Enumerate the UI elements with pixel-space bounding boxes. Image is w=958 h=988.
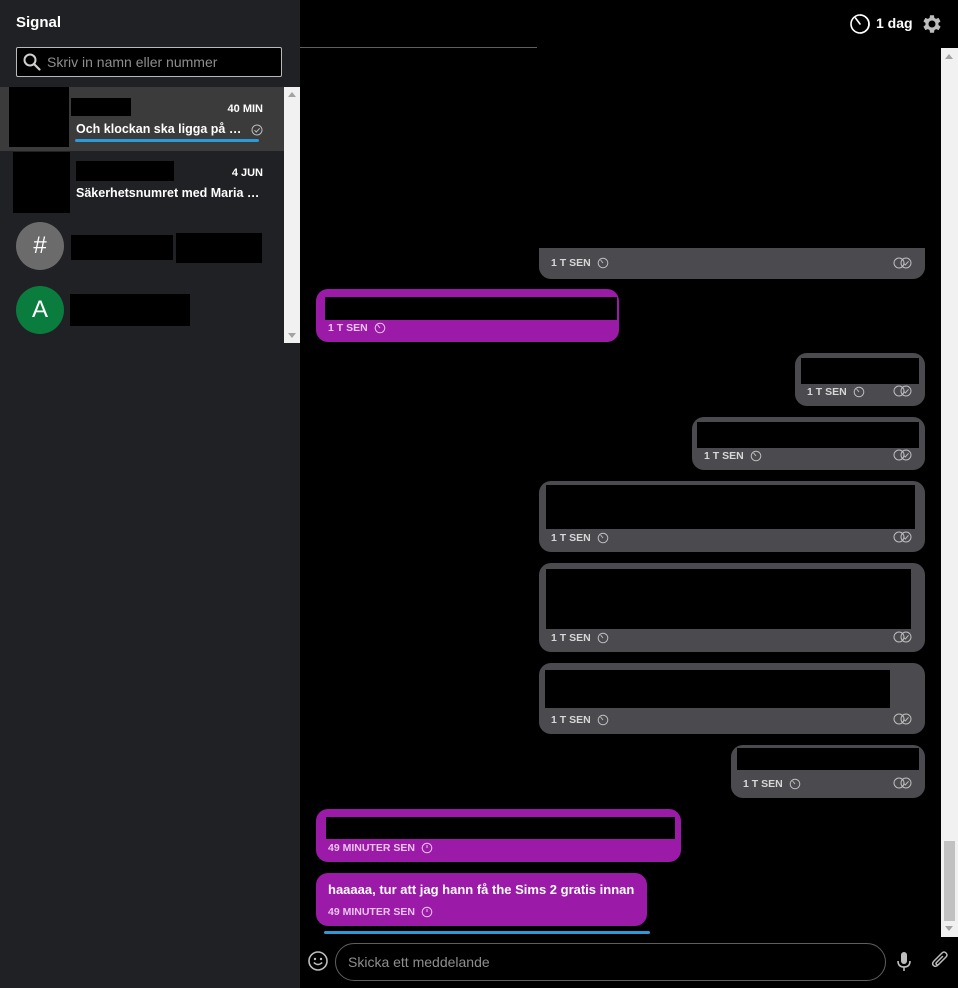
message-meta: 1 T SEN xyxy=(551,532,609,544)
microphone-icon[interactable] xyxy=(895,950,913,972)
timer-icon xyxy=(421,906,433,918)
contact-name-redacted xyxy=(176,233,262,263)
timer-icon xyxy=(750,450,761,462)
conversation-item[interactable]: A xyxy=(0,279,284,343)
message-time: 1 T SEN xyxy=(807,386,847,398)
signal-app: Signal 40 MIN Och klockan ska ligga på v… xyxy=(0,0,958,988)
app-title: Signal xyxy=(16,14,62,31)
message-bubble-outgoing[interactable]: 1 T SEN xyxy=(539,248,925,279)
message-meta: 1 T SEN xyxy=(807,386,865,398)
timer-icon xyxy=(374,322,385,334)
search-box[interactable] xyxy=(16,47,282,77)
message-meta: 49 MINUTER SEN xyxy=(328,906,433,918)
timer-icon[interactable] xyxy=(849,13,871,35)
spellcheck-underline xyxy=(324,931,650,934)
gear-icon[interactable] xyxy=(920,12,944,36)
message-text-redacted xyxy=(801,358,919,384)
message-time: 1 T SEN xyxy=(328,322,368,334)
timer-icon xyxy=(421,842,433,854)
sent-check-icon xyxy=(251,124,263,136)
scroll-down-arrow[interactable] xyxy=(945,926,953,931)
conversation-list-scrollbar[interactable] xyxy=(284,87,300,343)
disappearing-timer-label[interactable]: 1 dag xyxy=(876,15,913,31)
read-receipt-icon xyxy=(893,531,912,543)
message-meta: 49 MINUTER SEN xyxy=(328,842,433,854)
message-meta: 1 T SEN xyxy=(551,632,609,644)
message-meta: 1 T SEN xyxy=(328,322,386,334)
message-time: 1 T SEN xyxy=(551,257,591,269)
message-text-redacted xyxy=(545,670,890,708)
avatar xyxy=(9,87,69,147)
header-divider xyxy=(300,47,537,48)
message-bubble-incoming[interactable]: 1 T SEN xyxy=(316,289,619,342)
message-time: 1 T SEN xyxy=(551,714,591,726)
avatar xyxy=(13,152,70,213)
paperclip-icon[interactable] xyxy=(930,950,950,972)
message-bubble-outgoing[interactable]: 1 T SEN xyxy=(539,663,925,734)
message-bubble-outgoing[interactable]: 1 T SEN xyxy=(731,745,925,798)
scroll-up-arrow[interactable] xyxy=(288,92,296,97)
timer-icon xyxy=(597,632,608,644)
message-time: 1 T SEN xyxy=(551,532,591,544)
contact-name-redacted xyxy=(76,161,174,181)
timer-icon xyxy=(853,386,864,398)
message-text-redacted xyxy=(737,748,919,770)
timer-icon xyxy=(789,778,800,790)
conversation-date: 4 JUN xyxy=(231,167,263,179)
message-bubble-outgoing[interactable]: 1 T SEN xyxy=(539,563,925,652)
scrollbar-thumb[interactable] xyxy=(944,841,955,921)
message-time: 1 T SEN xyxy=(551,632,591,644)
search-icon xyxy=(23,53,41,71)
contact-avatar: A xyxy=(16,286,64,334)
read-receipt-icon xyxy=(893,385,912,397)
read-receipt-icon xyxy=(893,713,912,725)
unread-indicator xyxy=(75,139,259,142)
conversation-item[interactable]: 4 JUN Säkerhetsnumret med Maria F… xyxy=(0,151,284,215)
message-meta: 1 T SEN xyxy=(551,714,609,726)
emoji-icon[interactable] xyxy=(307,950,329,972)
message-bubble-outgoing[interactable]: 1 T SEN xyxy=(539,481,925,552)
message-text-redacted xyxy=(697,422,919,448)
message-text: haaaaa, tur att jag hann få the Sims 2 g… xyxy=(328,882,635,897)
message-bubble-incoming[interactable]: haaaaa, tur att jag hann få the Sims 2 g… xyxy=(316,873,647,926)
message-meta: 1 T SEN xyxy=(743,778,801,790)
message-text-redacted xyxy=(326,817,675,839)
conversation-item[interactable]: # xyxy=(0,215,284,279)
sidebar: Signal 40 MIN Och klockan ska ligga på v… xyxy=(0,0,300,988)
search-input[interactable] xyxy=(47,48,277,76)
conversation-list: 40 MIN Och klockan ska ligga på vä… 4 JU… xyxy=(0,87,300,343)
conversation-snippet: Säkerhetsnumret med Maria F… xyxy=(76,186,262,200)
read-receipt-icon xyxy=(893,257,912,269)
read-receipt-icon xyxy=(893,631,912,643)
conversation-item[interactable]: 40 MIN Och klockan ska ligga på vä… xyxy=(0,87,284,151)
message-text-redacted xyxy=(325,297,617,320)
message-text-redacted xyxy=(546,569,911,629)
contact-name-redacted xyxy=(71,98,131,116)
message-time: 49 MINUTER SEN xyxy=(328,906,415,918)
message-bubble-outgoing[interactable]: 1 T SEN xyxy=(692,417,925,470)
message-text-redacted xyxy=(546,485,915,529)
message-input[interactable] xyxy=(348,944,868,980)
timer-icon xyxy=(597,714,608,726)
contact-name-redacted xyxy=(71,235,173,260)
conversation-snippet: Och klockan ska ligga på vä… xyxy=(76,122,248,136)
read-receipt-icon xyxy=(893,449,912,461)
conversation-date: 40 MIN xyxy=(227,103,263,115)
message-meta: 1 T SEN xyxy=(551,257,609,269)
message-bubble-incoming[interactable]: 49 MINUTER SEN xyxy=(316,809,681,862)
scroll-up-arrow[interactable] xyxy=(945,54,953,59)
chat-scrollbar[interactable] xyxy=(941,48,958,937)
timer-icon xyxy=(597,532,608,544)
message-composer[interactable] xyxy=(335,943,886,981)
timer-icon xyxy=(597,257,608,269)
message-bubble-outgoing[interactable]: 1 T SEN xyxy=(795,353,925,406)
message-meta: 1 T SEN xyxy=(704,450,762,462)
message-time: 49 MINUTER SEN xyxy=(328,842,415,854)
message-time: 1 T SEN xyxy=(743,778,783,790)
scroll-down-arrow[interactable] xyxy=(288,333,296,338)
read-receipt-icon xyxy=(893,777,912,789)
contact-name-redacted xyxy=(70,294,190,326)
message-time: 1 T SEN xyxy=(704,450,744,462)
group-avatar: # xyxy=(16,222,64,270)
